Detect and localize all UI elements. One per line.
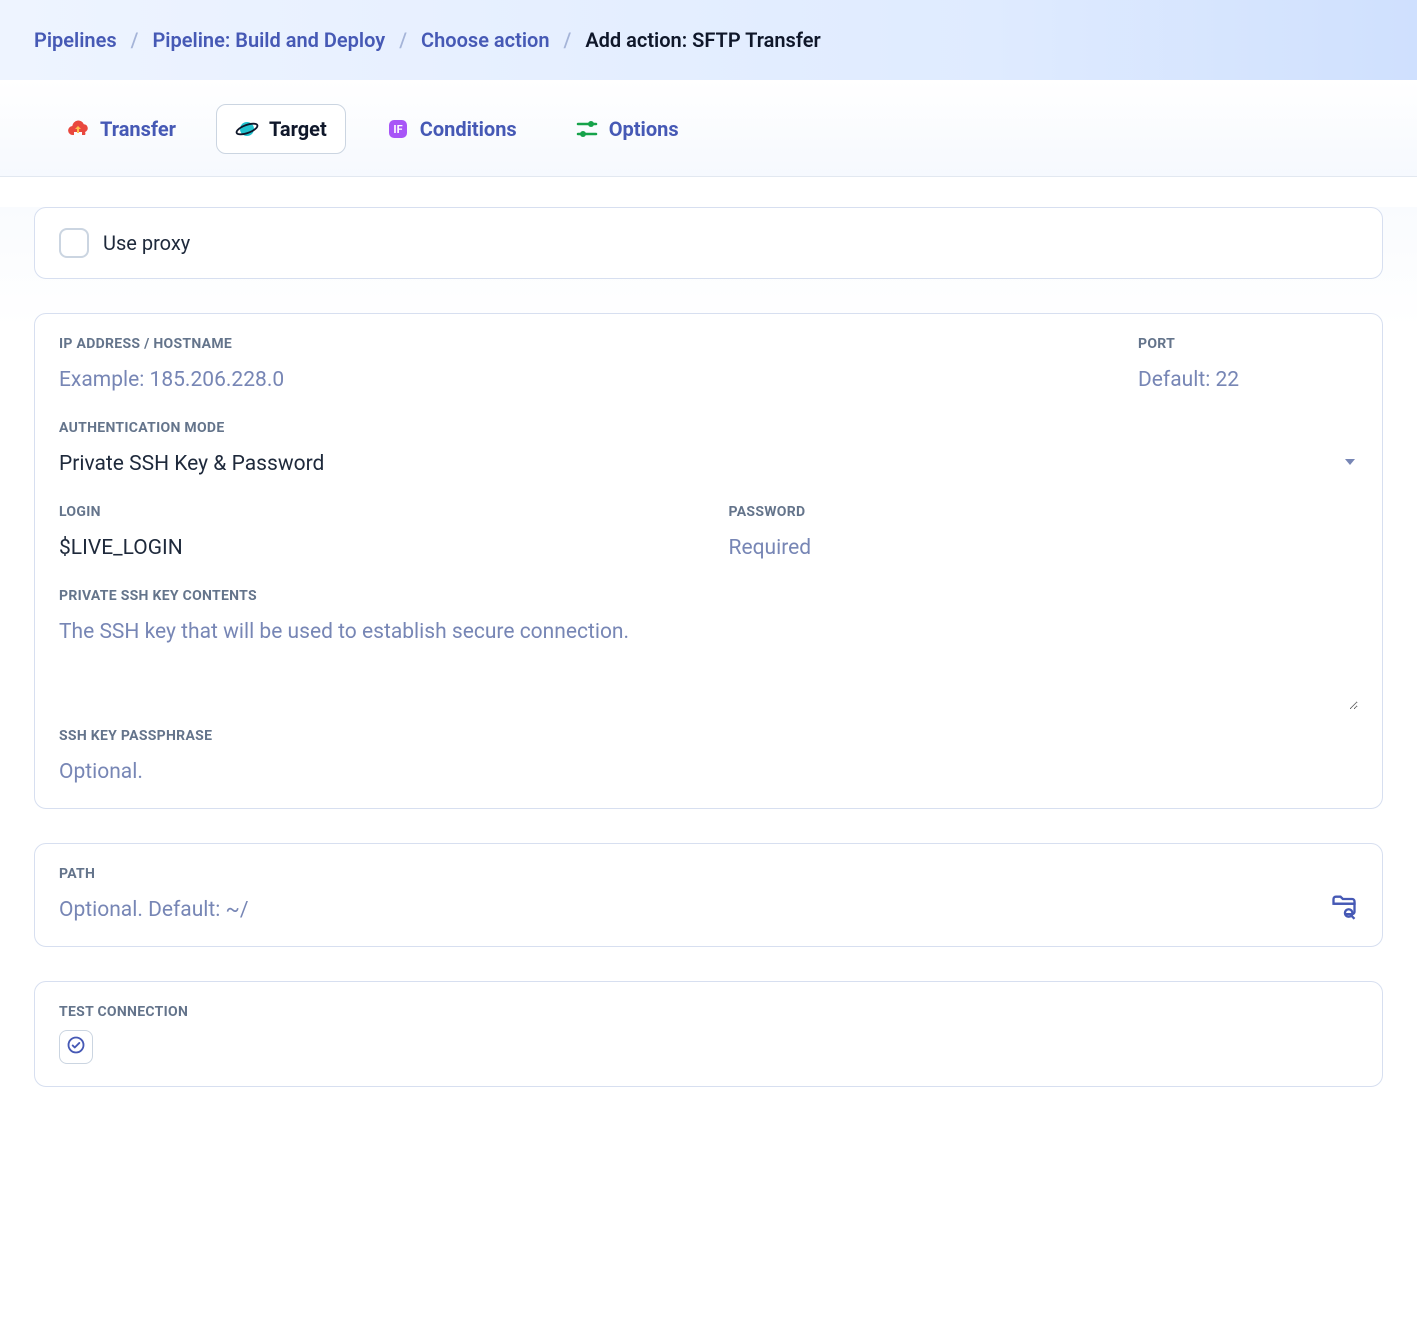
breadcrumb: Pipelines / Pipeline: Build and Deploy /… (0, 0, 1417, 80)
path-input[interactable] (59, 892, 1314, 924)
breadcrumb-separator: / (399, 28, 407, 52)
tab-options[interactable]: Options (557, 105, 697, 153)
host-label: IP Address / Hostname (59, 336, 1098, 352)
breadcrumb-pipelines[interactable]: Pipelines (34, 28, 117, 52)
test-connection-label: Test connection (59, 1004, 1358, 1020)
sliders-icon (575, 117, 599, 141)
passphrase-label: SSH key passphrase (59, 728, 1358, 744)
tab-label: Options (609, 117, 679, 141)
password-label: Password (729, 504, 1359, 520)
ssh-key-label: Private SSH key contents (59, 588, 1358, 604)
tab-target[interactable]: Target (216, 104, 346, 154)
cloud-upload-icon (66, 117, 90, 141)
test-connection-button[interactable] (59, 1030, 93, 1064)
auth-mode-value: Private SSH Key & Password (59, 452, 324, 476)
main-content: Use proxy IP Address / Hostname Port Aut… (0, 207, 1417, 1127)
path-card: Path (34, 843, 1383, 947)
conditions-icon: IF (386, 117, 410, 141)
breadcrumb-choose-action[interactable]: Choose action (421, 28, 549, 52)
password-input[interactable] (729, 530, 1359, 562)
auth-mode-select[interactable]: Private SSH Key & Password (59, 446, 1358, 478)
port-label: Port (1138, 336, 1358, 352)
use-proxy-label: Use proxy (103, 231, 190, 255)
breadcrumb-separator: / (131, 28, 139, 52)
passphrase-input[interactable] (59, 754, 1358, 786)
tabs-wrapper: Transfer Target IF Conditions (0, 80, 1417, 177)
breadcrumb-pipeline[interactable]: Pipeline: Build and Deploy (152, 28, 385, 52)
svg-text:IF: IF (393, 123, 402, 136)
connection-card: IP Address / Hostname Port Authenticatio… (34, 313, 1383, 809)
tab-transfer[interactable]: Transfer (48, 105, 194, 153)
check-circle-icon (66, 1035, 86, 1059)
tab-conditions[interactable]: IF Conditions (368, 105, 535, 153)
host-input[interactable] (59, 362, 1098, 394)
auth-mode-label: Authentication Mode (59, 420, 1358, 436)
tab-label: Transfer (100, 117, 176, 141)
breadcrumb-separator: / (564, 28, 572, 52)
use-proxy-row: Use proxy (34, 207, 1383, 279)
port-input[interactable] (1138, 362, 1358, 394)
path-label: Path (59, 866, 1358, 882)
breadcrumb-current: Add action: SFTP Transfer (585, 28, 820, 52)
tab-label: Conditions (420, 117, 517, 141)
use-proxy-checkbox[interactable] (59, 228, 89, 258)
login-input[interactable] (59, 530, 689, 562)
login-label: Login (59, 504, 689, 520)
tabs: Transfer Target IF Conditions (0, 80, 1417, 176)
planet-icon (235, 117, 259, 141)
ssh-key-textarea[interactable] (59, 614, 1358, 710)
tab-label: Target (269, 117, 327, 141)
test-connection-card: Test connection (34, 981, 1383, 1087)
browse-folder-icon[interactable] (1330, 892, 1358, 924)
chevron-down-icon (1342, 454, 1358, 474)
